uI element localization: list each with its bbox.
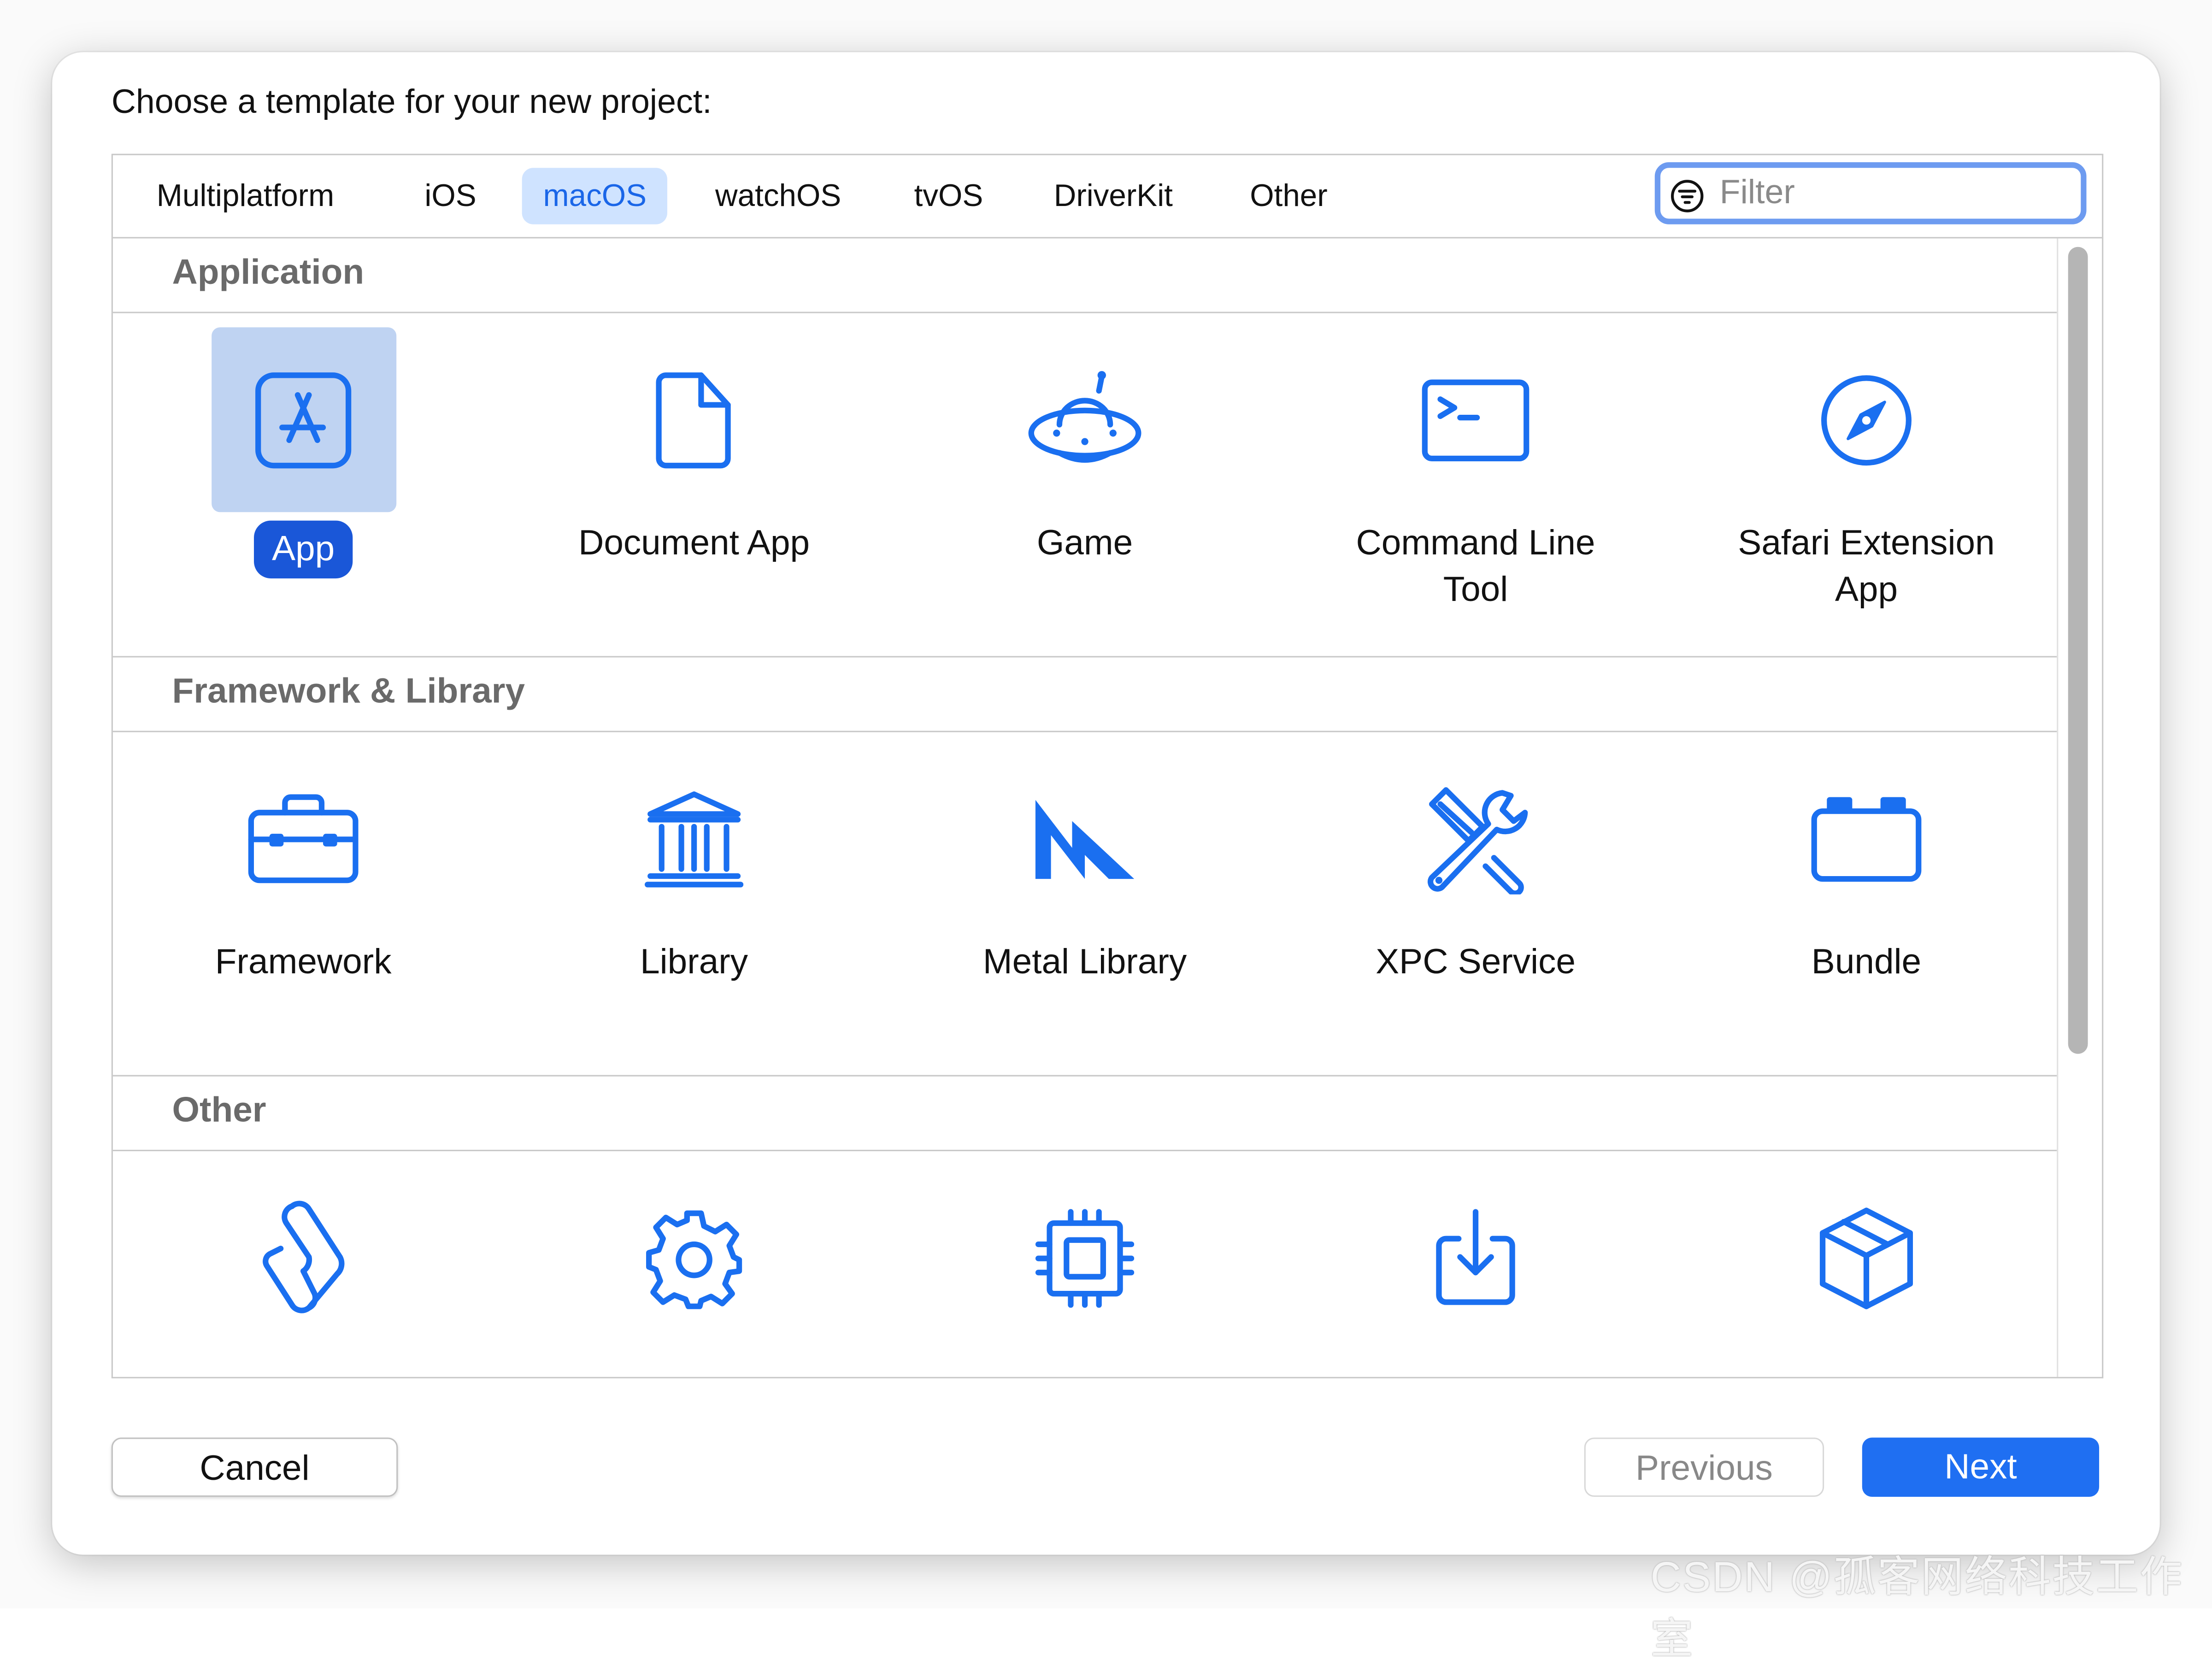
template-icon-box — [211, 327, 396, 512]
dialog-title: Choose a template for your new project: — [111, 83, 712, 122]
building-columns-icon — [644, 790, 744, 887]
scrollbar-thumb[interactable] — [2068, 247, 2088, 1054]
template-safari-extension-app[interactable]: Safari Extension App — [1690, 327, 2042, 613]
template-label: App — [253, 520, 353, 579]
template-framework[interactable]: Framework — [127, 746, 480, 986]
template-other-script[interactable] — [127, 1166, 480, 1350]
download-tray-icon — [1436, 1208, 1515, 1305]
filter-circle-icon — [1671, 180, 1704, 212]
wrench-screwdriver-icon — [1427, 786, 1528, 894]
tab-watchos[interactable]: watchOS — [694, 168, 862, 224]
previous-button[interactable]: Previous — [1584, 1437, 1824, 1497]
template-game[interactable]: Game — [908, 327, 1261, 567]
template-document-app[interactable]: Document App — [518, 327, 870, 567]
section-title: Framework & Library — [172, 671, 525, 711]
template-metal-library[interactable]: Metal Library — [908, 746, 1261, 986]
cancel-button[interactable]: Cancel — [111, 1437, 398, 1497]
watermark: CSDN @孤客网络科技工作室 — [1650, 1554, 2184, 1664]
tab-driverkit[interactable]: DriverKit — [1033, 168, 1194, 224]
script-scroll-icon — [263, 1200, 345, 1313]
template-label: XPC Service — [1376, 942, 1576, 982]
template-command-line-tool[interactable]: Command Line Tool — [1299, 327, 1652, 613]
template-label: Framework — [215, 942, 392, 982]
section-title: Other — [172, 1090, 266, 1130]
template-label: Document App — [578, 523, 810, 563]
section-header-other: Other — [112, 1077, 2057, 1151]
template-panel: Multiplatform iOS macOS watchOS tvOS Dri… — [111, 153, 2104, 1378]
section-header-framework-library: Framework & Library — [112, 658, 2057, 732]
template-other-package[interactable] — [1690, 1166, 2042, 1350]
template-other-download[interactable] — [1299, 1166, 1652, 1350]
template-label: Metal Library — [982, 942, 1187, 982]
tab-ios[interactable]: iOS — [404, 168, 498, 224]
safari-compass-icon — [1821, 374, 1912, 465]
new-project-dialog: Choose a template for your new project: … — [52, 52, 2160, 1555]
filter-input[interactable] — [1719, 173, 2072, 213]
template-list: Application App Document App Game Comman… — [112, 238, 2057, 1377]
platform-tab-bar: Multiplatform iOS macOS watchOS tvOS Dri… — [112, 155, 2102, 239]
template-label: Library — [640, 942, 748, 982]
template-label: Safari Extension App — [1738, 523, 1995, 610]
section-title: Application — [172, 252, 365, 292]
ufo-game-icon — [1028, 370, 1141, 462]
tab-macos[interactable]: macOS — [522, 168, 668, 224]
tab-multiplatform[interactable]: Multiplatform — [135, 168, 355, 224]
gear-icon — [646, 1209, 742, 1309]
bundle-icon — [1811, 796, 1922, 881]
template-app[interactable]: App — [127, 327, 480, 579]
document-icon — [656, 371, 731, 468]
template-label: Bundle — [1811, 942, 1922, 982]
template-xpc-service[interactable]: XPC Service — [1299, 746, 1652, 986]
app-store-icon — [255, 371, 352, 468]
tab-tvos[interactable]: tvOS — [893, 168, 1005, 224]
template-other-chip[interactable] — [908, 1166, 1261, 1350]
template-library[interactable]: Library — [518, 746, 870, 986]
next-button[interactable]: Next — [1862, 1437, 2100, 1497]
template-bundle[interactable]: Bundle — [1690, 746, 2042, 986]
toolbox-icon — [248, 793, 359, 883]
tab-other[interactable]: Other — [1229, 168, 1348, 224]
template-other-gear[interactable] — [518, 1166, 870, 1350]
template-label: Game — [1036, 523, 1133, 563]
terminal-icon — [1422, 378, 1530, 461]
metal-icon — [1035, 799, 1135, 878]
stage: Choose a template for your new project: … — [0, 0, 2212, 1663]
vertical-scrollbar[interactable] — [2057, 238, 2102, 1377]
filter-field[interactable] — [1654, 162, 2087, 224]
cpu-chip-icon — [1035, 1208, 1135, 1307]
section-header-application: Application — [112, 238, 2057, 313]
package-box-icon — [1819, 1207, 1913, 1309]
template-label: Command Line Tool — [1356, 523, 1595, 610]
